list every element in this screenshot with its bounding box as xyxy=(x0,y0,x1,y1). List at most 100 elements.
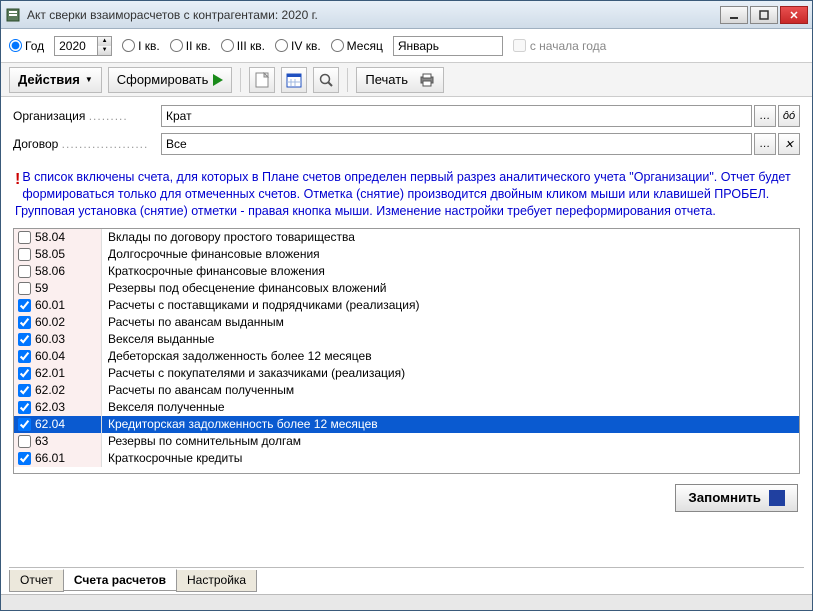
actions-button[interactable]: Действия▼ xyxy=(9,67,102,93)
account-checkbox[interactable] xyxy=(18,418,31,431)
account-checkbox[interactable] xyxy=(18,452,31,465)
account-code-cell[interactable]: 60.02 xyxy=(14,314,102,331)
account-code-cell[interactable]: 59 xyxy=(14,280,102,297)
table-row[interactable]: 58.06Краткосрочные финансовые вложения xyxy=(14,263,799,280)
period-q2-radio[interactable]: II кв. xyxy=(170,39,211,53)
from-year-label: с начала года xyxy=(530,39,607,53)
org-select-button[interactable]: … xyxy=(754,105,776,127)
period-bar: Год ▲ ▼ I кв. II кв. III кв. IV кв. Меся… xyxy=(1,29,812,63)
table-row[interactable]: 59Резервы под обесценение финансовых вло… xyxy=(14,280,799,297)
toolbar-separator xyxy=(240,68,241,92)
table-row[interactable]: 63Резервы по сомнительным долгам xyxy=(14,433,799,450)
form-area: Организация ......... … ôó Договор .....… xyxy=(1,97,812,165)
year-spinner[interactable]: ▲ ▼ xyxy=(54,36,112,56)
print-button[interactable]: Печать xyxy=(356,67,444,93)
account-checkbox[interactable] xyxy=(18,401,31,414)
period-year-radio[interactable]: Год xyxy=(9,39,44,53)
year-input[interactable] xyxy=(55,39,97,53)
account-code-cell[interactable]: 63 xyxy=(14,433,102,450)
account-desc: Векселя выданные xyxy=(102,332,799,346)
save-label: Запомнить xyxy=(688,490,761,505)
table-row[interactable]: 60.03 Векселя выданные xyxy=(14,331,799,348)
account-code-cell[interactable]: 62.01 xyxy=(14,365,102,382)
save-button[interactable]: Запомнить xyxy=(675,484,798,512)
app-window: Акт сверки взаиморасчетов с контрагентам… xyxy=(0,0,813,611)
period-q1-radio[interactable]: I кв. xyxy=(122,39,160,53)
account-code-cell[interactable]: 58.05 xyxy=(14,246,102,263)
accounts-list[interactable]: 58.04Вклады по договору простого товарищ… xyxy=(13,228,800,474)
account-code-cell[interactable]: 62.04 xyxy=(14,416,102,433)
account-checkbox[interactable] xyxy=(18,248,31,261)
account-code: 60.02 xyxy=(35,315,65,329)
q2-label: II кв. xyxy=(186,39,211,53)
account-code-cell[interactable]: 62.03 xyxy=(14,399,102,416)
account-checkbox[interactable] xyxy=(18,231,31,244)
app-icon xyxy=(5,7,21,23)
period-q4-radio[interactable]: IV кв. xyxy=(275,39,321,53)
year-up-button[interactable]: ▲ xyxy=(97,37,111,46)
account-checkbox[interactable] xyxy=(18,367,31,380)
tab-settings[interactable]: Настройка xyxy=(176,570,257,592)
org-view-button[interactable]: ôó xyxy=(778,105,800,127)
table-row[interactable]: 66.01Краткосрочные кредиты xyxy=(14,450,799,467)
search-button[interactable] xyxy=(313,67,339,93)
new-button[interactable] xyxy=(249,67,275,93)
org-label: Организация ......... xyxy=(13,109,153,123)
table-row[interactable]: 62.02Расчеты по авансам полученным xyxy=(14,382,799,399)
contract-input[interactable] xyxy=(161,133,752,155)
table-row[interactable]: 62.04Кредиторская задолженность более 12… xyxy=(14,416,799,433)
printer-icon xyxy=(419,73,435,87)
account-code: 60.03 xyxy=(35,332,65,346)
warning-icon: ! xyxy=(15,169,20,191)
account-code: 62.03 xyxy=(35,400,65,414)
account-checkbox[interactable] xyxy=(18,384,31,397)
period-month-radio[interactable]: Месяц xyxy=(331,39,383,53)
account-desc: Краткосрочные финансовые вложения xyxy=(102,264,799,278)
account-checkbox[interactable] xyxy=(18,333,31,346)
account-code-cell[interactable]: 60.04 xyxy=(14,348,102,365)
year-down-button[interactable]: ▼ xyxy=(97,46,111,55)
table-row[interactable]: 58.04Вклады по договору простого товарищ… xyxy=(14,229,799,246)
month-select[interactable] xyxy=(393,36,503,56)
account-checkbox[interactable] xyxy=(18,435,31,448)
calendar-button[interactable] xyxy=(281,67,307,93)
form-button[interactable]: Сформировать xyxy=(108,67,233,93)
account-code-cell[interactable]: 60.03 xyxy=(14,331,102,348)
year-label: Год xyxy=(25,39,44,53)
account-checkbox[interactable] xyxy=(18,299,31,312)
account-code: 58.04 xyxy=(35,230,65,244)
q3-label: III кв. xyxy=(237,39,265,53)
account-code-cell[interactable]: 58.06 xyxy=(14,263,102,280)
account-checkbox[interactable] xyxy=(18,265,31,278)
from-year-checkbox[interactable]: с начала года xyxy=(513,39,607,53)
account-checkbox[interactable] xyxy=(18,350,31,363)
table-row[interactable]: 62.03Векселя полученные xyxy=(14,399,799,416)
account-checkbox[interactable] xyxy=(18,316,31,329)
period-q3-radio[interactable]: III кв. xyxy=(221,39,265,53)
maximize-button[interactable] xyxy=(750,6,778,24)
minimize-button[interactable] xyxy=(720,6,748,24)
table-row[interactable]: 62.01Расчеты с покупателями и заказчикам… xyxy=(14,365,799,382)
table-row[interactable]: 60.04Дебеторская задолженность более 12 … xyxy=(14,348,799,365)
account-desc: Долгосрочные финансовые вложения xyxy=(102,247,799,261)
contract-select-button[interactable]: … xyxy=(754,133,776,155)
tab-report[interactable]: Отчет xyxy=(9,570,64,592)
info-text-content: В список включены счета, для которых в П… xyxy=(15,170,791,218)
contract-clear-button[interactable]: ✕ xyxy=(778,133,800,155)
account-desc: Дебеторская задолженность более 12 месяц… xyxy=(102,349,799,363)
account-code-cell[interactable]: 58.04 xyxy=(14,229,102,246)
account-code-cell[interactable]: 60.01 xyxy=(14,297,102,314)
table-row[interactable]: 60.01Расчеты с поставщиками и подрядчика… xyxy=(14,297,799,314)
account-code-cell[interactable]: 66.01 xyxy=(14,450,102,467)
account-code-cell[interactable]: 62.02 xyxy=(14,382,102,399)
table-row[interactable]: 58.05Долгосрочные финансовые вложения xyxy=(14,246,799,263)
org-input[interactable] xyxy=(161,105,752,127)
close-button[interactable] xyxy=(780,6,808,24)
table-row[interactable]: 60.02Расчеты по авансам выданным xyxy=(14,314,799,331)
q4-label: IV кв. xyxy=(291,39,321,53)
account-checkbox[interactable] xyxy=(18,282,31,295)
tab-accounts[interactable]: Счета расчетов xyxy=(63,569,177,591)
tabs: Отчет Счета расчетов Настройка xyxy=(9,567,804,592)
statusbar xyxy=(1,594,812,610)
account-desc: Расчеты с поставщиками и подрядчиками (р… xyxy=(102,298,799,312)
